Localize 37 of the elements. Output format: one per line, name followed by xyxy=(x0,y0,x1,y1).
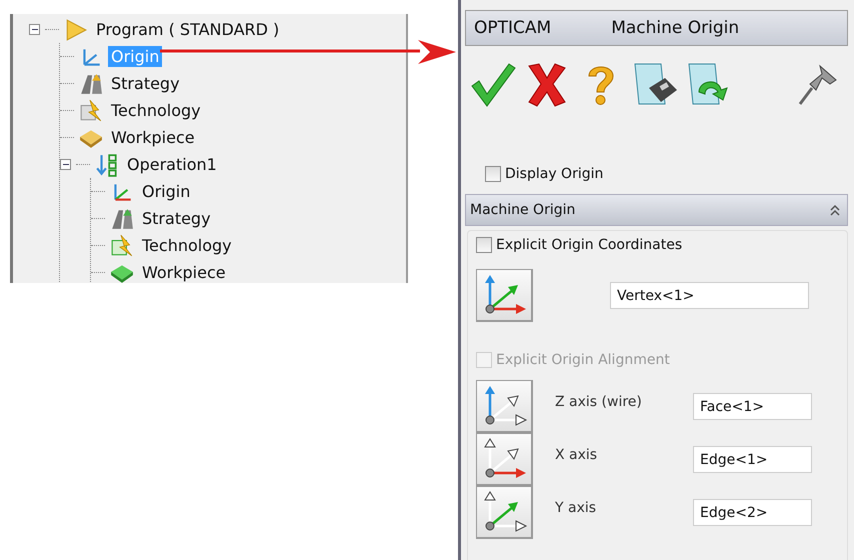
tree-item[interactable]: Technology xyxy=(139,235,235,256)
dialog-title: Machine Origin xyxy=(611,18,740,38)
app-name: OPTICAM xyxy=(474,18,552,38)
tree-item[interactable]: Workpiece xyxy=(139,262,229,283)
field-label: Z axis (wire) xyxy=(554,393,643,410)
field-label: X axis xyxy=(554,446,598,463)
tree-item[interactable]: Program ( STANDARD ) xyxy=(93,19,282,40)
operation-icon xyxy=(95,152,119,176)
road-icon xyxy=(79,72,103,96)
field-label: Y axis xyxy=(554,499,598,516)
axes-button[interactable] xyxy=(476,380,533,433)
checkbox[interactable] xyxy=(485,166,501,182)
axes-button[interactable] xyxy=(476,433,533,486)
checkbox-label: Explicit Origin Alignment xyxy=(496,352,670,368)
tree-item[interactable]: Origin xyxy=(139,181,194,202)
collapse-toggle[interactable] xyxy=(60,159,71,170)
road-icon xyxy=(110,206,134,230)
section-header[interactable]: Machine Origin xyxy=(465,194,848,226)
input-field[interactable]: Vertex<1> xyxy=(610,282,809,309)
tree-item[interactable]: Technology xyxy=(108,100,204,121)
tree-item[interactable]: Workpiece xyxy=(108,127,198,148)
lightning-icon xyxy=(110,234,134,258)
checkbox-label: Explicit Origin Coordinates xyxy=(496,237,682,253)
lightning-icon xyxy=(79,98,103,122)
input-field[interactable]: Edge<2> xyxy=(693,499,812,526)
checkbox[interactable] xyxy=(476,237,492,253)
play-icon xyxy=(64,18,88,42)
input-field[interactable]: Face<1> xyxy=(693,393,812,420)
tree-item[interactable]: Strategy xyxy=(108,73,183,94)
collapse-icon xyxy=(829,204,841,216)
checkbox-label: Display Origin xyxy=(505,166,604,182)
axes-button[interactable] xyxy=(476,486,533,539)
input-field[interactable]: Edge<1> xyxy=(693,446,812,473)
tree-item[interactable]: Operation1 xyxy=(124,154,220,175)
tree-item[interactable]: Strategy xyxy=(139,208,214,229)
collapse-toggle[interactable] xyxy=(29,24,40,35)
axes-button[interactable] xyxy=(476,269,533,322)
